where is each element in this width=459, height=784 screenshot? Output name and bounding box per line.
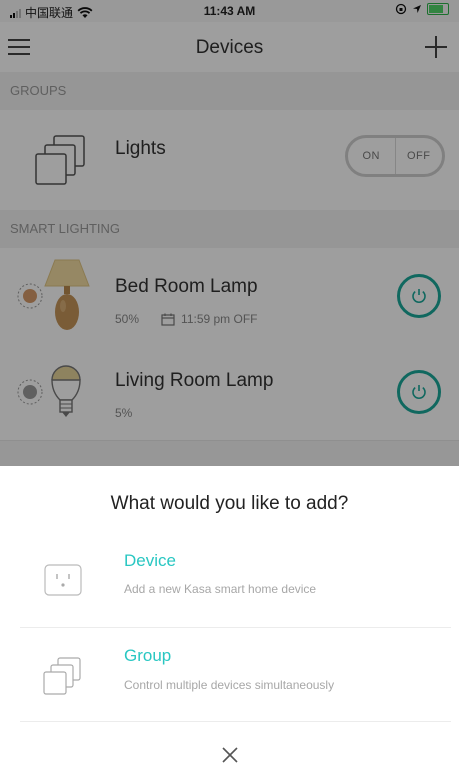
option-title: Group <box>124 646 172 665</box>
sheet-title: What would you like to add? <box>110 493 349 514</box>
close-icon[interactable] <box>220 745 240 765</box>
option-description: Control multiple devices simultaneously <box>124 678 335 692</box>
outlet-icon <box>44 564 82 596</box>
stacked-squares-icon <box>43 657 81 695</box>
option-description: Add a new Kasa smart home device <box>124 582 317 596</box>
add-device-option[interactable]: Device Add a new Kasa smart home device <box>0 534 459 628</box>
modal-overlay[interactable] <box>0 0 459 466</box>
add-group-option[interactable]: Group Control multiple devices simultane… <box>0 628 459 722</box>
devices-screen: 中国联通 11:43 AM Devices GROUPS Lights ON O… <box>0 0 459 784</box>
divider <box>20 721 451 722</box>
add-bottom-sheet: What would you like to add? Device Add a… <box>0 466 459 784</box>
option-title: Device <box>124 551 176 570</box>
